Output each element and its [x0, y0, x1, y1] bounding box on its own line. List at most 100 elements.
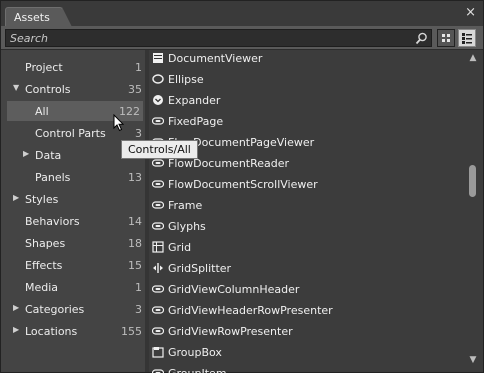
scroll-up-icon[interactable]: ▲ [468, 54, 478, 63]
asset-name: Expander [168, 94, 221, 107]
scroll-down-icon[interactable]: ▼ [468, 356, 478, 365]
category-label: Locations [25, 325, 78, 338]
asset-list-item[interactable]: GroupBox [149, 342, 463, 363]
asset-name: GridViewColumnHeader [168, 283, 300, 296]
group-box-icon [152, 347, 164, 358]
collapsed-arrow-icon[interactable]: ▶ [13, 325, 19, 334]
category-count: 1 [135, 61, 142, 74]
asset-list-item[interactable]: FixedPage [149, 111, 463, 132]
category-count: 3 [135, 127, 142, 140]
asset-name: Frame [168, 199, 203, 212]
category-label: Categories [25, 303, 85, 316]
grid-view-button[interactable] [437, 29, 455, 47]
category-label: Styles [25, 193, 59, 206]
asset-list-item[interactable]: GridViewHeaderRowPresenter [149, 300, 463, 321]
asset-name: Grid [168, 241, 192, 254]
control-icon [152, 180, 164, 188]
category-item[interactable]: ▶ Categories 3 [1, 299, 145, 319]
category-item[interactable]: ▶ Styles [1, 189, 145, 209]
asset-name: FixedPage [168, 115, 224, 128]
grid-splitter-icon [153, 263, 163, 273]
category-count: 14 [128, 215, 142, 228]
category-count: 35 [128, 83, 142, 96]
category-item[interactable]: Panels 13 [1, 167, 145, 187]
mouse-cursor-icon [113, 114, 125, 132]
category-label: Control Parts [35, 127, 106, 140]
asset-list-item[interactable]: GridViewRowPresenter [149, 321, 463, 342]
category-label: Media [25, 281, 59, 294]
collapsed-arrow-icon[interactable]: ▶ [13, 193, 19, 202]
close-icon[interactable]: × [465, 6, 476, 20]
category-count: 13 [128, 171, 142, 184]
category-label: Behaviors [25, 215, 80, 228]
assets-panel: Assets × Project1▼Controls35All122Contro… [0, 0, 484, 373]
list-view-icon [462, 33, 472, 44]
asset-name: GridSplitter [168, 262, 232, 275]
category-count: 3 [135, 303, 142, 316]
asset-list-item[interactable]: DocumentViewer [149, 48, 463, 69]
category-label: All [35, 105, 49, 118]
control-icon [152, 222, 164, 230]
control-icon [152, 117, 164, 125]
asset-name: GridViewHeaderRowPresenter [168, 304, 333, 317]
category-label: Controls [25, 83, 71, 96]
category-item[interactable]: Effects 15 [1, 255, 145, 275]
scrollbar-thumb[interactable] [469, 165, 476, 197]
asset-list-item[interactable]: Expander [149, 90, 463, 111]
asset-list-item[interactable]: Grid [149, 237, 463, 258]
asset-name: DocumentViewer [168, 52, 263, 65]
asset-list-item[interactable]: GroupItem [149, 363, 463, 373]
asset-name: Glyphs [168, 220, 206, 233]
search-icon[interactable] [415, 32, 428, 45]
expanded-arrow-icon[interactable]: ▼ [13, 83, 19, 92]
control-icon [152, 369, 164, 373]
category-label: Effects [25, 259, 63, 272]
control-icon [152, 327, 164, 335]
asset-list-item[interactable]: Glyphs [149, 216, 463, 237]
category-label: Shapes [25, 237, 66, 250]
category-count: 155 [121, 325, 142, 338]
vertical-scrollbar[interactable]: ▲ ▼ [463, 50, 483, 372]
category-item[interactable]: ▶ Locations 155 [1, 321, 145, 341]
asset-list: DocumentViewer Ellipse Expander FixedPage Fl… [149, 48, 463, 373]
document-viewer-icon [153, 53, 163, 63]
collapsed-arrow-icon[interactable]: ▶ [13, 303, 19, 312]
asset-name: GroupBox [168, 346, 222, 359]
ellipse-icon [152, 74, 164, 84]
search-box[interactable] [5, 29, 432, 47]
asset-list-item[interactable]: Frame [149, 195, 463, 216]
asset-list-item[interactable]: GridSplitter [149, 258, 463, 279]
control-icon [152, 201, 164, 209]
search-input[interactable] [6, 30, 411, 46]
category-item[interactable]: Shapes 18 [1, 233, 145, 253]
control-icon [152, 306, 164, 314]
asset-name: GridViewRowPresenter [168, 325, 293, 338]
asset-name: Ellipse [168, 73, 204, 86]
grid-view-icon [442, 34, 450, 42]
asset-name: FlowDocumentScrollViewer [168, 178, 318, 191]
category-label: Project [25, 61, 63, 74]
expander-icon [153, 95, 163, 105]
category-item[interactable]: Project 1 [1, 57, 145, 77]
collapsed-arrow-icon[interactable]: ▶ [23, 149, 29, 158]
asset-name: GroupItem [168, 367, 227, 373]
category-label: Data [35, 149, 62, 162]
grid-icon [152, 241, 164, 253]
assets-tab[interactable]: Assets [5, 7, 72, 27]
category-count: 18 [128, 237, 142, 250]
category-tree: Project 1 ▼ Controls 35 All 122 Control Parts 3 ▶… [1, 50, 145, 372]
asset-list-item[interactable]: GridViewColumnHeader [149, 279, 463, 300]
asset-list-item[interactable]: Ellipse [149, 69, 463, 90]
control-icon [152, 285, 164, 293]
category-count: 1 [135, 281, 142, 294]
list-view-button[interactable] [458, 29, 476, 47]
category-label: Panels [35, 171, 71, 184]
category-item[interactable]: ▼ Controls 35 [1, 79, 145, 99]
category-item[interactable]: Media 1 [1, 277, 145, 297]
search-row [1, 26, 483, 50]
category-count: 15 [128, 259, 142, 272]
panel-titlebar: Assets × [1, 1, 483, 27]
asset-list-item[interactable]: FlowDocumentScrollViewer [149, 174, 463, 195]
category-item[interactable]: Behaviors 14 [1, 211, 145, 231]
tooltip: Controls/All [121, 140, 198, 159]
